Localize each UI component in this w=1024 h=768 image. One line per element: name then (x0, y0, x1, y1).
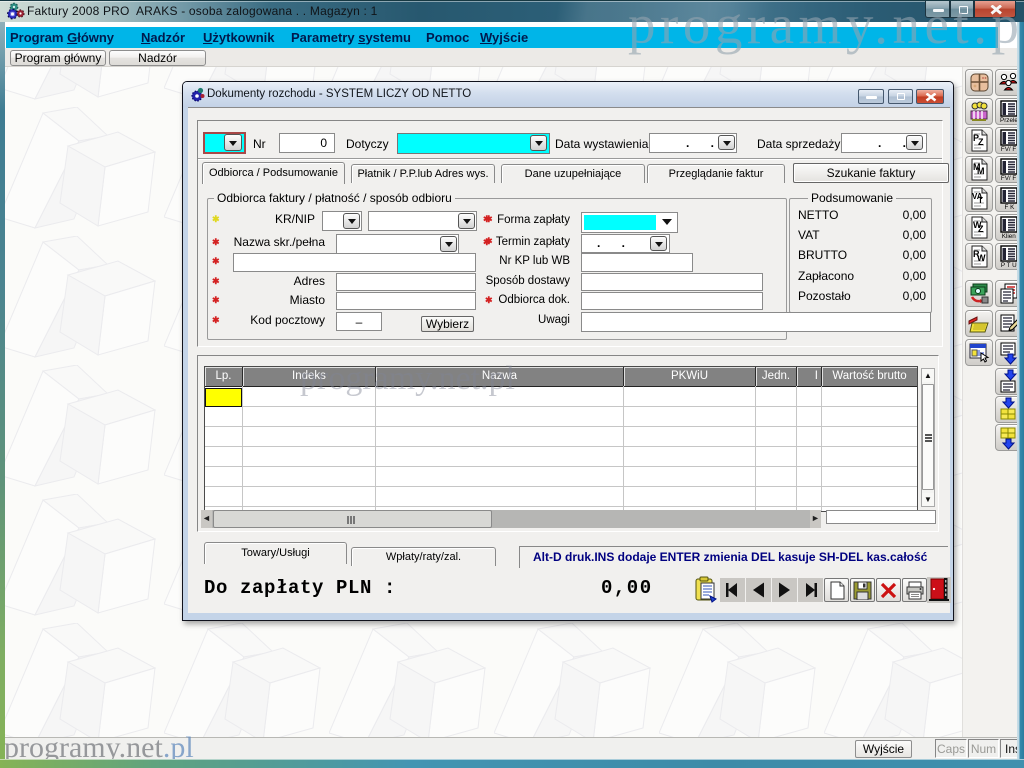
svg-text:M: M (977, 166, 985, 176)
svg-text:Z: Z (978, 137, 984, 147)
svg-text:Z: Z (978, 224, 984, 234)
svg-text:T: T (978, 196, 983, 205)
svg-text:W: W (977, 253, 986, 263)
